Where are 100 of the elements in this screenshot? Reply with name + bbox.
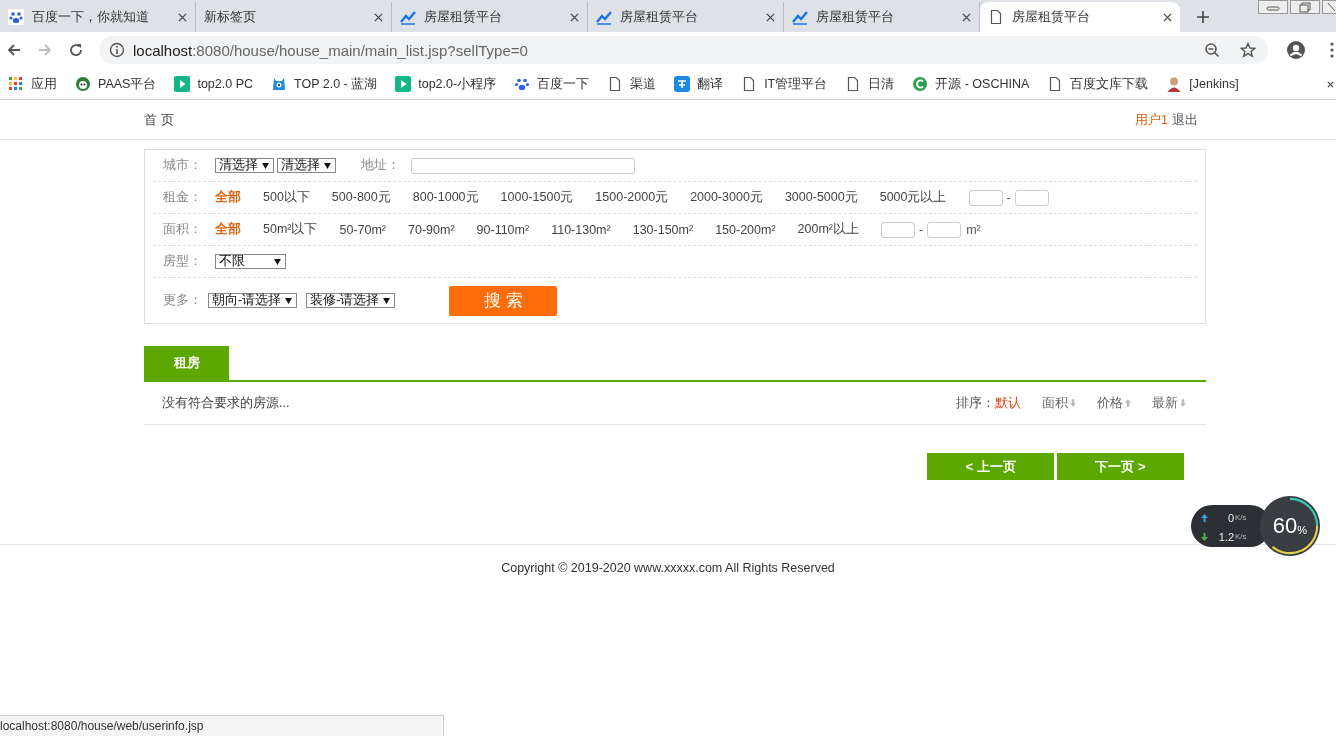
tab-title: 房屋租赁平台 [816,8,895,26]
bookmark[interactable]: TOP 2.0 - 蓝湖 [271,75,378,93]
browser-tab[interactable]: 房屋租赁平台 [980,2,1180,32]
address-input[interactable] [411,157,635,174]
caret-icon [383,297,391,304]
close-icon[interactable] [570,12,579,22]
dropdown[interactable]: 朝向-请选择 [208,293,298,308]
sort-label: 排序： [956,394,995,412]
bookmark[interactable]: 百度一下 [514,75,590,93]
dropdown[interactable]: 装修-请选择 [306,293,396,308]
chart-icon [596,9,612,25]
bookmark[interactable]: 渠道 [607,75,657,93]
bookmark[interactable]: [Jenkins] [1166,76,1239,92]
filter-option[interactable]: 2000-3000元 [690,189,763,206]
filter-option[interactable]: 50-70m² [339,222,387,237]
range-min-input[interactable] [881,221,916,238]
percent-sign: % [1297,524,1308,536]
browser-tab[interactable]: 新标签页 [196,2,392,32]
browser-tab[interactable]: 百度一下，你就知道 [0,2,196,32]
filter-option[interactable]: 800-1000元 [412,189,479,206]
bookmark-label: 日清 [868,75,895,93]
range-max-input[interactable] [927,221,962,238]
bookmark-label: top2.0-小程序 [418,75,497,93]
creature-icon [271,76,287,92]
copyright-text: Copyright © 2019-2020 www.xxxxx.com All Rights Reserved [501,561,835,575]
bookmark-label: TOP 2.0 - 蓝湖 [294,75,378,93]
sort-option[interactable]: 默认 [995,394,1021,412]
filter-label: 房型： [162,253,203,270]
filter-option[interactable]: 200m²以上 [797,221,860,238]
filter-option[interactable]: 150-200m² [715,222,776,237]
tab-title: 百度一下，你就知道 [32,8,150,26]
browser-tab[interactable]: 房屋租赁平台 [392,2,588,32]
bookmark[interactable]: IT管理平台 [741,75,828,93]
usage-percent: 60 [1272,513,1298,539]
filter-option[interactable]: 90-110m² [476,222,530,237]
back-icon[interactable] [6,42,22,58]
filter-option[interactable]: 130-150m² [632,222,694,237]
range-max-input[interactable] [1014,189,1049,206]
bookmark[interactable]: top2.0-小程序 [395,75,497,93]
filter-label: 更多： [162,292,203,309]
status-bar: localhost:8080/house/web/userinfo.jsp [0,715,444,736]
filter-option[interactable]: 50m²以下 [263,221,318,238]
reload-icon[interactable] [68,42,84,58]
bookmark[interactable]: 应用 [8,75,57,93]
menu-icon[interactable] [1330,42,1334,58]
dropdown[interactable]: 清选择 [215,158,274,173]
profile-icon[interactable] [1286,40,1306,60]
caret-icon [324,162,331,169]
filter-option[interactable]: 全部 [215,189,241,206]
bookmark-label: 开源 - OSCHINA [935,75,1030,93]
filter-label: 面积： [162,221,203,238]
close-icon[interactable] [1327,80,1334,88]
bookmark[interactable]: PAAS平台 [75,75,157,93]
bookmark-label: 渠道 [630,75,657,93]
dropdown[interactable]: 清选择 [277,158,336,173]
filter-option[interactable]: 1500-2000元 [595,189,669,206]
close-icon[interactable] [962,12,971,22]
usage-gauge [1259,495,1321,557]
paw-icon [514,76,531,92]
play-icon [174,76,191,92]
close-icon[interactable] [178,12,187,22]
translate-icon [674,76,691,92]
bookmark[interactable]: 百度文库下载 [1047,75,1149,93]
home-link[interactable]: 首 页 [144,110,174,129]
dropdown[interactable]: 不限 [215,254,286,269]
bookmark[interactable]: 开源 - OSCHINA [912,75,1030,93]
filter-option[interactable]: 1000-1500元 [500,189,574,206]
filter-option[interactable]: 3000-5000元 [784,189,858,206]
sort-option[interactable]: 面积 [1042,394,1076,412]
logout-link[interactable]: 退出 [1172,110,1198,129]
filter-option[interactable]: 500以下 [263,189,310,206]
caret-icon [274,258,281,265]
tab-title: 新标签页 [204,8,257,26]
close-icon[interactable] [1163,12,1172,22]
sort-option[interactable]: 最新 [1152,394,1186,412]
filter-option[interactable]: 5000元以上 [879,189,947,206]
filter-option[interactable]: 500-800元 [331,189,391,206]
zoom-out-icon[interactable] [1204,42,1220,58]
close-icon[interactable] [766,12,775,22]
restore-icon[interactable] [1290,0,1320,14]
browser-tab[interactable]: 房屋租赁平台 [588,2,784,32]
bookmark[interactable]: 日清 [845,75,895,93]
user-link[interactable]: 用户1 [1134,110,1168,129]
address-bar[interactable]: localhost:8080/house/house_main/main_list.jsp?sellType=0 [99,36,1268,64]
new-tab-icon[interactable] [1196,10,1210,24]
play-icon [395,76,412,92]
bookmark-label: [Jenkins] [1189,77,1239,91]
range-separator: - [919,222,924,237]
chart-icon [792,9,808,25]
star-icon[interactable] [1240,42,1256,58]
sort-option[interactable]: 价格 [1097,394,1131,412]
filter-option[interactable]: 110-130m² [551,222,611,237]
filter-option[interactable]: 70-90m² [408,222,455,237]
range-min-input[interactable] [968,189,1003,206]
tab-title: 房屋租赁平台 [620,8,699,26]
url-path: :8080/house/house_main/main_list.jsp?sellType=0 [192,41,528,59]
bookmark[interactable]: top2.0 PC [174,76,253,92]
bookmark[interactable]: 翻译 [674,75,724,93]
close-icon[interactable] [374,12,383,22]
filter-option[interactable]: 全部 [215,221,241,238]
